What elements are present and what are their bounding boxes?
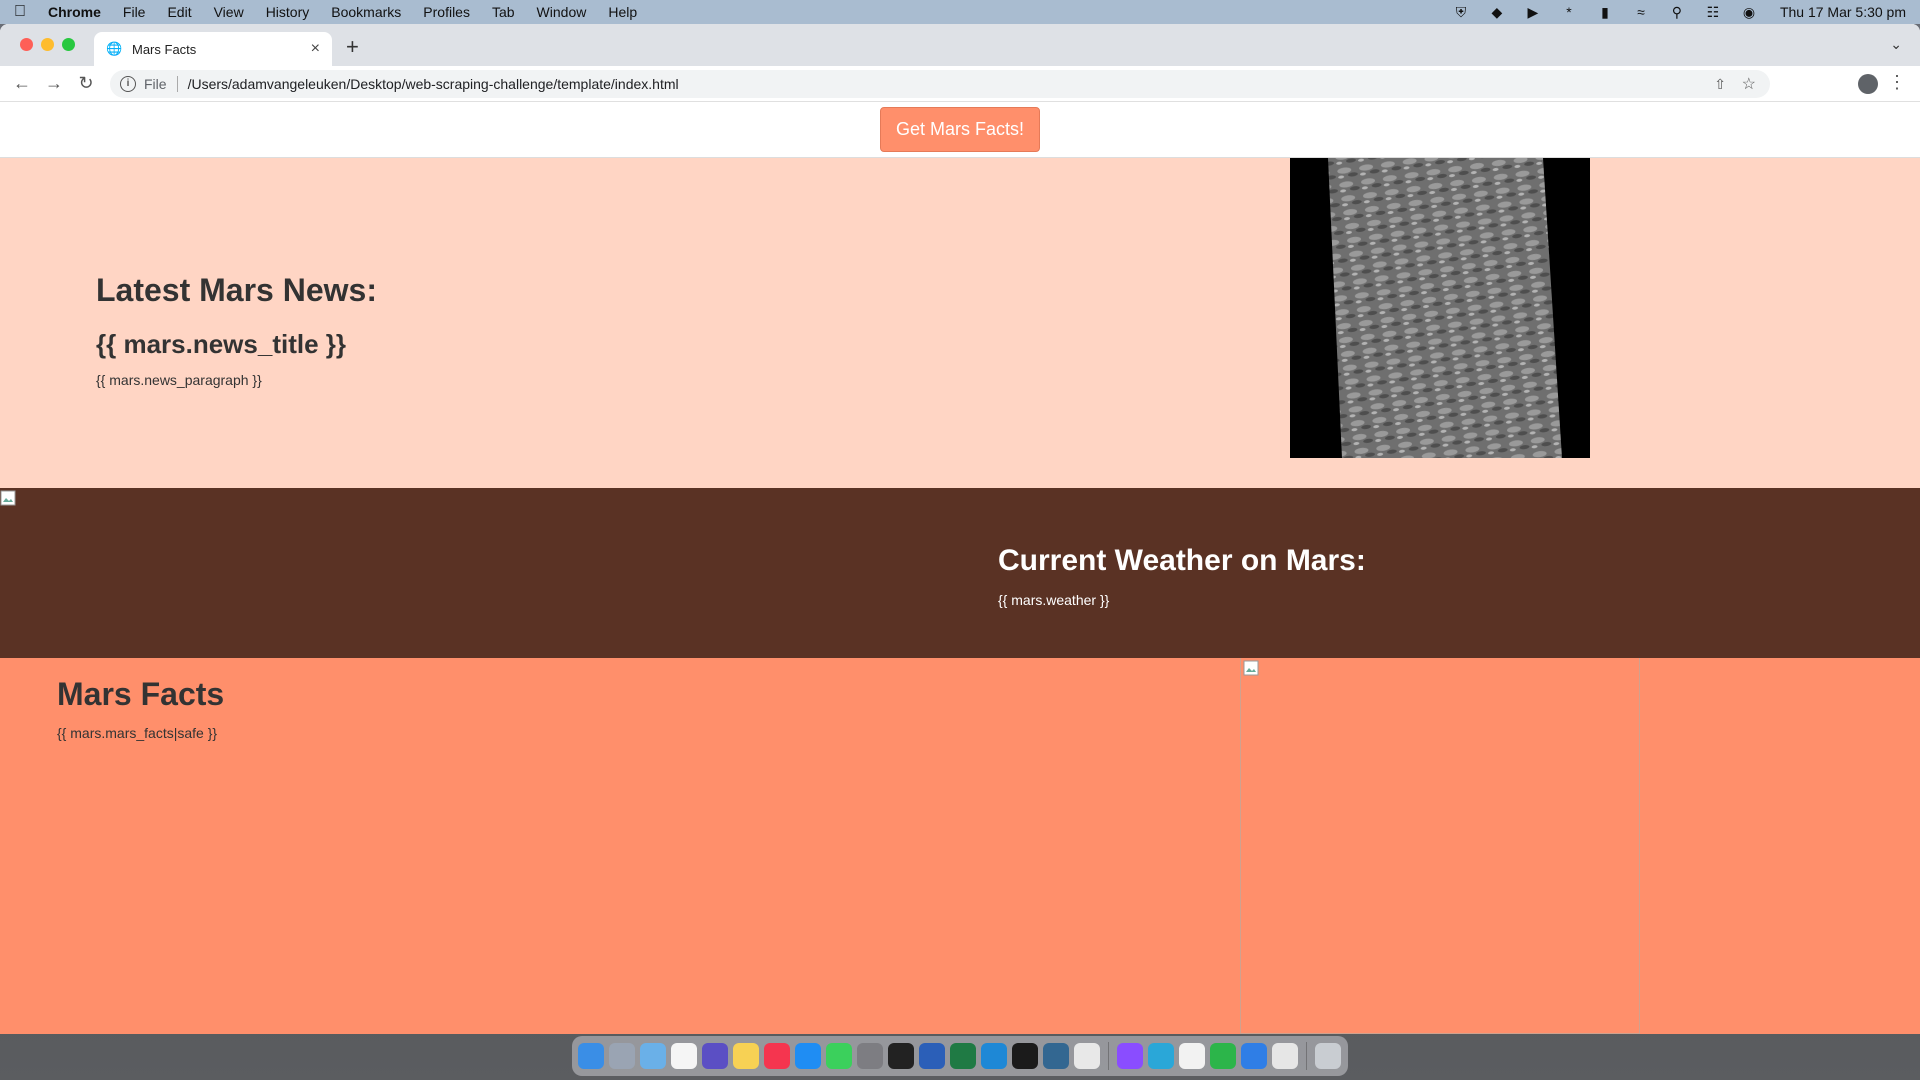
- maximize-window-button[interactable]: [62, 38, 75, 51]
- macos-dock: [572, 1036, 1348, 1076]
- menu-help[interactable]: Help: [608, 4, 637, 20]
- close-window-button[interactable]: [20, 38, 33, 51]
- kebab-menu-icon[interactable]: ⋮: [1888, 72, 1906, 93]
- page-content: Get Mars Facts! Latest Mars News: {{ mar…: [0, 102, 1920, 1034]
- slack-icon[interactable]: [1179, 1043, 1205, 1069]
- facts-section: Mars Facts {{ mars.mars_facts|safe }}: [0, 658, 1920, 1034]
- news-section: Latest Mars News: {{ mars.news_title }} …: [0, 158, 1920, 488]
- menu-history[interactable]: History: [266, 4, 310, 20]
- tab-search-chevron-icon[interactable]: ⌄: [1890, 36, 1902, 53]
- weather-section: Current Weather on Mars: {{ mars.weather…: [0, 488, 1920, 658]
- facts-table-placeholder: {{ mars.mars_facts|safe }}: [57, 725, 218, 741]
- diamond-icon[interactable]: ◆: [1488, 4, 1506, 21]
- edge-icon[interactable]: [1148, 1043, 1174, 1069]
- profile-avatar-icon[interactable]: [1858, 74, 1878, 94]
- menu-tab[interactable]: Tab: [492, 4, 515, 20]
- tab-title: Mars Facts: [132, 41, 197, 57]
- menu-window[interactable]: Window: [537, 4, 587, 20]
- bluetooth-icon[interactable]: *: [1560, 4, 1578, 20]
- status-area: ⛨ ◆ ▶ * ▮ ≈ ⚲ ☷ ◉ Thu 17 Mar 5:30 pm: [1452, 0, 1906, 24]
- finder-icon[interactable]: [578, 1043, 604, 1069]
- dock-divider: [1108, 1042, 1109, 1070]
- trash-icon[interactable]: [1315, 1043, 1341, 1069]
- news-heading: Latest Mars News:: [96, 272, 377, 308]
- jumbotron-header: Get Mars Facts!: [0, 102, 1920, 158]
- menu-view[interactable]: View: [214, 4, 244, 20]
- numbers-icon[interactable]: [1210, 1043, 1236, 1069]
- messages-icon[interactable]: [826, 1043, 852, 1069]
- broken-image-icon: [1243, 660, 1259, 676]
- macos-menubar:  Chrome File Edit View History Bookmark…: [0, 0, 1920, 24]
- reload-icon[interactable]: ↻: [70, 73, 102, 94]
- weather-heading: Current Weather on Mars:: [998, 544, 1366, 577]
- back-arrow-icon[interactable]: ←: [6, 73, 38, 94]
- news-text-block: Latest Mars News: {{ mars.news_title }} …: [96, 272, 377, 388]
- apple-menu-icon[interactable]: : [12, 3, 28, 21]
- browser-toolbar: ← → ↻ i File /Users/adamvangeleuken/Desk…: [0, 66, 1920, 102]
- live-icon[interactable]: [888, 1043, 914, 1069]
- new-tab-icon[interactable]: +: [346, 36, 359, 58]
- chrome-canary-icon[interactable]: [1272, 1043, 1298, 1069]
- wifi-icon[interactable]: ≈: [1632, 4, 1650, 20]
- featured-mars-image: [1290, 158, 1590, 458]
- menu-bookmarks[interactable]: Bookmarks: [331, 4, 401, 20]
- menu-profiles[interactable]: Profiles: [423, 4, 470, 20]
- music-icon[interactable]: [764, 1043, 790, 1069]
- chrome-icon[interactable]: [1074, 1043, 1100, 1069]
- forward-arrow-icon[interactable]: →: [38, 73, 70, 94]
- get-mars-facts-button[interactable]: Get Mars Facts!: [879, 107, 1041, 152]
- weather-value: {{ mars.weather }}: [998, 592, 1110, 608]
- news-title: {{ mars.news_title }}: [96, 329, 347, 359]
- menubar-clock[interactable]: Thu 17 Mar 5:30 pm: [1780, 4, 1906, 20]
- siri-icon[interactable]: ◉: [1740, 4, 1758, 21]
- play-icon[interactable]: ▶: [1524, 4, 1542, 21]
- safari-icon[interactable]: [1241, 1043, 1267, 1069]
- pgadmin-icon[interactable]: [1043, 1043, 1069, 1069]
- broken-image-icon: [0, 490, 16, 506]
- news-paragraph: {{ mars.news_paragraph }}: [96, 372, 262, 388]
- control-center-icon[interactable]: ☷: [1704, 4, 1722, 21]
- menu-edit[interactable]: Edit: [167, 4, 191, 20]
- preview-icon[interactable]: [640, 1043, 666, 1069]
- word-icon[interactable]: [919, 1043, 945, 1069]
- window-controls: [20, 38, 75, 51]
- spotlight-search-icon[interactable]: ⚲: [1668, 4, 1686, 21]
- app-store-icon[interactable]: [795, 1043, 821, 1069]
- facts-text-block: Mars Facts {{ mars.mars_facts|safe }}: [57, 676, 224, 741]
- globe-icon: 🌐: [106, 41, 123, 56]
- launchpad-icon[interactable]: [609, 1043, 635, 1069]
- tab-strip: 🌐 Mars Facts × + ⌄: [0, 24, 1920, 66]
- url-text[interactable]: /Users/adamvangeleuken/Desktop/web-scrap…: [188, 76, 679, 92]
- url-divider: [176, 76, 178, 92]
- vscode-icon[interactable]: [981, 1043, 1007, 1069]
- menu-app-name[interactable]: Chrome: [48, 4, 101, 20]
- calendar-icon[interactable]: [671, 1043, 697, 1069]
- battery-icon[interactable]: ▮: [1596, 4, 1614, 21]
- address-bar[interactable]: i File /Users/adamvangeleuken/Desktop/we…: [110, 70, 1770, 98]
- tab-mars-facts[interactable]: 🌐 Mars Facts ×: [94, 32, 332, 66]
- url-scheme: File: [144, 76, 167, 92]
- weather-text-block: Current Weather on Mars: {{ mars.weather…: [998, 544, 1366, 608]
- terminal-icon[interactable]: [1012, 1043, 1038, 1069]
- minimize-window-button[interactable]: [41, 38, 54, 51]
- linear-icon[interactable]: [702, 1043, 728, 1069]
- close-tab-icon[interactable]: ×: [311, 40, 320, 58]
- menu-file[interactable]: File: [123, 4, 146, 20]
- hemisphere-image-frame: [1240, 658, 1640, 1034]
- excel-icon[interactable]: [950, 1043, 976, 1069]
- browser-window: 🌐 Mars Facts × + ⌄ ← → ↻ i File /Users/a…: [0, 24, 1920, 1034]
- mars-surface-image: [1290, 158, 1590, 458]
- messenger-icon[interactable]: [1117, 1043, 1143, 1069]
- share-icon[interactable]: ⇧: [1714, 76, 1726, 93]
- facts-heading: Mars Facts: [57, 676, 225, 712]
- system-preferences-icon[interactable]: [857, 1043, 883, 1069]
- notes-icon[interactable]: [733, 1043, 759, 1069]
- info-icon[interactable]: i: [120, 76, 136, 92]
- shield-icon[interactable]: ⛨: [1452, 4, 1470, 21]
- dock-divider: [1306, 1042, 1307, 1070]
- bookmark-star-icon[interactable]: ☆: [1742, 74, 1756, 94]
